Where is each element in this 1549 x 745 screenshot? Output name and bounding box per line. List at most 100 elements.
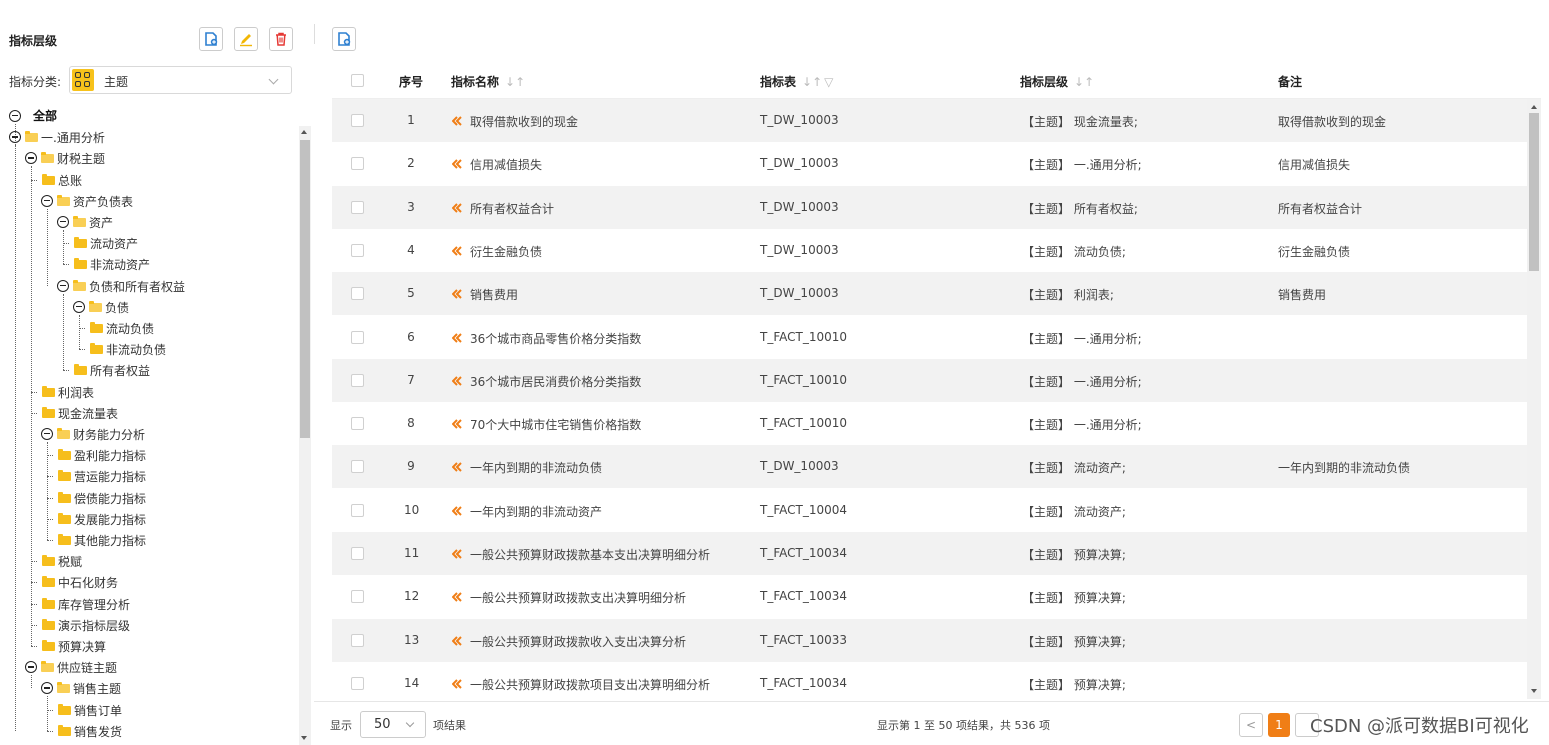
row-indicator-name[interactable]: 36个城市居民消费价格分类指数 <box>470 373 641 390</box>
collapse-toggle-icon[interactable] <box>57 216 69 228</box>
row-checkbox[interactable] <box>351 417 364 431</box>
row-indicator-name[interactable]: 一年内到期的非流动资产 <box>470 503 602 520</box>
category-select[interactable]: 主题 <box>69 66 292 94</box>
tree-node-label[interactable]: 中石化财务 <box>58 574 118 591</box>
row-indicator-name[interactable]: 一年内到期的非流动负债 <box>470 459 602 476</box>
scroll-down-icon[interactable] <box>1531 689 1537 693</box>
table-row[interactable]: 3 所有者权益合计 T_DW_10003 【主题】 所有者权益; 所有者权益合计 <box>332 185 1527 229</box>
table-row[interactable]: 1 取得借款收到的现金 T_DW_10003 【主题】 现金流量表; 取得借款收到的现金 <box>332 99 1527 142</box>
collapse-toggle-icon[interactable] <box>41 194 53 207</box>
table-row[interactable]: 5 销售费用 T_DW_10003 【主题】 利润表; 销售费用 <box>332 272 1527 316</box>
tree-node-label[interactable]: 供应链主题 <box>57 659 117 676</box>
page-size-select[interactable]: 50 <box>360 711 426 738</box>
table-row[interactable]: 13 一般公共预算财政拨款收入支出决算分析 T_FACT_10033 【主题】 预算决… <box>332 618 1527 662</box>
header-table[interactable]: 指标表 ↓↑ ▽ <box>760 73 833 90</box>
tree-scrollbar[interactable] <box>299 126 311 745</box>
header-name[interactable]: 指标名称 ↓↑ <box>451 73 525 90</box>
collapse-toggle-icon[interactable] <box>41 428 53 440</box>
table-row[interactable]: 8 70个大中城市住宅销售价格指数 T_FACT_10010 【主题】 一.通用分析; <box>332 402 1527 445</box>
row-indicator-name[interactable]: 一般公共预算财政拨款支出决算明细分析 <box>470 589 686 606</box>
collapse-toggle-icon[interactable] <box>9 131 21 144</box>
tree-node-label[interactable]: 流动资产 <box>90 235 138 252</box>
delete-level-button[interactable] <box>269 27 293 51</box>
row-indicator-name[interactable]: 36个城市商品零售价格分类指数 <box>470 330 641 347</box>
tree-node-label[interactable]: 财税主题 <box>57 150 105 167</box>
collapse-toggle-icon[interactable] <box>25 661 37 674</box>
row-indicator-name[interactable]: 一般公共预算财政拨款项目支出决算明细分析 <box>470 676 710 693</box>
table-row[interactable]: 7 36个城市居民消费价格分类指数 T_FACT_10010 【主题】 一.通用分析; <box>332 358 1527 402</box>
row-indicator-name[interactable]: 信用减值损失 <box>470 156 542 173</box>
row-indicator-name[interactable]: 销售费用 <box>470 286 518 303</box>
tree-node-label[interactable]: 资产负债表 <box>73 193 133 210</box>
tree-node-label[interactable]: 非流动资产 <box>90 256 150 273</box>
table-row[interactable]: 9 一年内到期的非流动负债 T_DW_10003 【主题】 流动资产; 一年内到期的非流… <box>332 445 1527 489</box>
tree-node-label[interactable]: 税赋 <box>58 553 82 570</box>
row-checkbox[interactable] <box>351 114 364 127</box>
tree-node-label[interactable]: 所有者权益 <box>90 362 150 379</box>
table-row[interactable]: 10 一年内到期的非流动资产 T_FACT_10004 【主题】 流动资产; <box>332 489 1527 532</box>
row-indicator-name[interactable]: 衍生金融负债 <box>470 243 542 260</box>
edit-level-button[interactable] <box>234 27 258 51</box>
page-1-button[interactable]: 1 <box>1268 713 1290 737</box>
tree-node-label[interactable]: 营运能力指标 <box>74 468 146 485</box>
tree-node-label[interactable]: 盈利能力指标 <box>74 447 146 464</box>
prev-page-button[interactable]: < <box>1239 713 1263 737</box>
row-indicator-name[interactable]: 一般公共预算财政拨款基本支出决算明细分析 <box>470 546 710 563</box>
row-checkbox[interactable] <box>351 547 364 560</box>
collapse-toggle-icon[interactable] <box>57 279 69 292</box>
tree-node-label[interactable]: 负债和所有者权益 <box>89 278 185 295</box>
scroll-up-icon[interactable] <box>301 130 307 134</box>
tree-node-label[interactable]: 演示指标层级 <box>58 617 130 634</box>
table-row[interactable]: 4 衍生金融负债 T_DW_10003 【主题】 流动负债; 衍生金融负债 <box>332 229 1527 272</box>
tree-node-label[interactable]: 其他能力指标 <box>74 532 146 549</box>
tree-node-label[interactable]: 流动负债 <box>106 320 154 337</box>
tree-node-label[interactable]: 总账 <box>58 172 82 189</box>
tree-node-label[interactable]: 现金流量表 <box>58 405 118 422</box>
tree-node-label[interactable]: 负债 <box>105 299 129 316</box>
row-checkbox[interactable] <box>351 330 364 344</box>
row-checkbox[interactable] <box>351 633 364 647</box>
row-checkbox[interactable] <box>351 460 364 474</box>
tree-node-label[interactable]: 预算决算 <box>58 638 106 655</box>
sort-icon[interactable]: ↓↑ <box>505 75 525 89</box>
tree-node-label[interactable]: 资产 <box>89 214 113 231</box>
scroll-up-icon[interactable] <box>1531 105 1537 109</box>
filter-icon[interactable]: ▽ <box>824 75 833 89</box>
table-row[interactable]: 2 信用减值损失 T_DW_10003 【主题】 一.通用分析; 信用减值损失 <box>332 142 1527 185</box>
select-all-checkbox[interactable] <box>351 74 364 87</box>
tree-node-label[interactable]: 销售发货 <box>74 723 122 740</box>
tree-node-label[interactable]: 非流动负债 <box>106 341 166 358</box>
add-level-button[interactable] <box>199 27 223 51</box>
add-indicator-button[interactable] <box>332 27 356 51</box>
table-scroll-thumb[interactable] <box>1529 113 1539 271</box>
row-checkbox[interactable] <box>351 200 364 214</box>
tree-scroll-thumb[interactable] <box>300 140 310 438</box>
row-indicator-name[interactable]: 一般公共预算财政拨款收入支出决算分析 <box>470 633 686 650</box>
header-level[interactable]: 指标层级 ↓↑ <box>1020 73 1094 90</box>
tree-node-label[interactable]: 发展能力指标 <box>74 511 146 528</box>
collapse-toggle-icon[interactable] <box>73 300 85 313</box>
row-indicator-name[interactable]: 所有者权益合计 <box>470 200 554 217</box>
tree-node-label[interactable]: 一.通用分析 <box>41 129 105 146</box>
collapse-toggle-icon[interactable] <box>41 682 53 695</box>
row-checkbox[interactable] <box>351 287 364 301</box>
row-checkbox[interactable] <box>351 676 364 690</box>
table-scrollbar[interactable] <box>1527 99 1541 699</box>
tree-node-label[interactable]: 偿债能力指标 <box>74 490 146 507</box>
collapse-toggle-icon[interactable] <box>25 152 37 165</box>
row-checkbox[interactable] <box>351 157 364 171</box>
row-checkbox[interactable] <box>351 590 364 604</box>
sort-icon[interactable]: ↓↑ <box>1074 75 1094 89</box>
row-indicator-name[interactable]: 70个大中城市住宅销售价格指数 <box>470 416 641 433</box>
tree-node-label[interactable]: 销售主题 <box>73 680 121 697</box>
table-row[interactable]: 12 一般公共预算财政拨款支出决算明细分析 T_FACT_10034 【主题】 预算决… <box>332 575 1527 618</box>
sort-icon[interactable]: ↓↑ <box>802 75 822 89</box>
table-row[interactable]: 14 一般公共预算财政拨款项目支出决算明细分析 T_FACT_10034 【主题】 预… <box>332 662 1527 701</box>
collapse-toggle-icon[interactable] <box>9 110 21 122</box>
tree-node-label[interactable]: 全部 <box>33 107 57 124</box>
scroll-down-icon[interactable] <box>301 736 307 740</box>
row-checkbox[interactable] <box>351 503 364 517</box>
tree-node-label[interactable]: 库存管理分析 <box>58 596 130 613</box>
table-row[interactable]: 11 一般公共预算财政拨款基本支出决算明细分析 T_FACT_10034 【主题】 预… <box>332 532 1527 575</box>
tree-node-label[interactable]: 销售订单 <box>74 702 122 719</box>
